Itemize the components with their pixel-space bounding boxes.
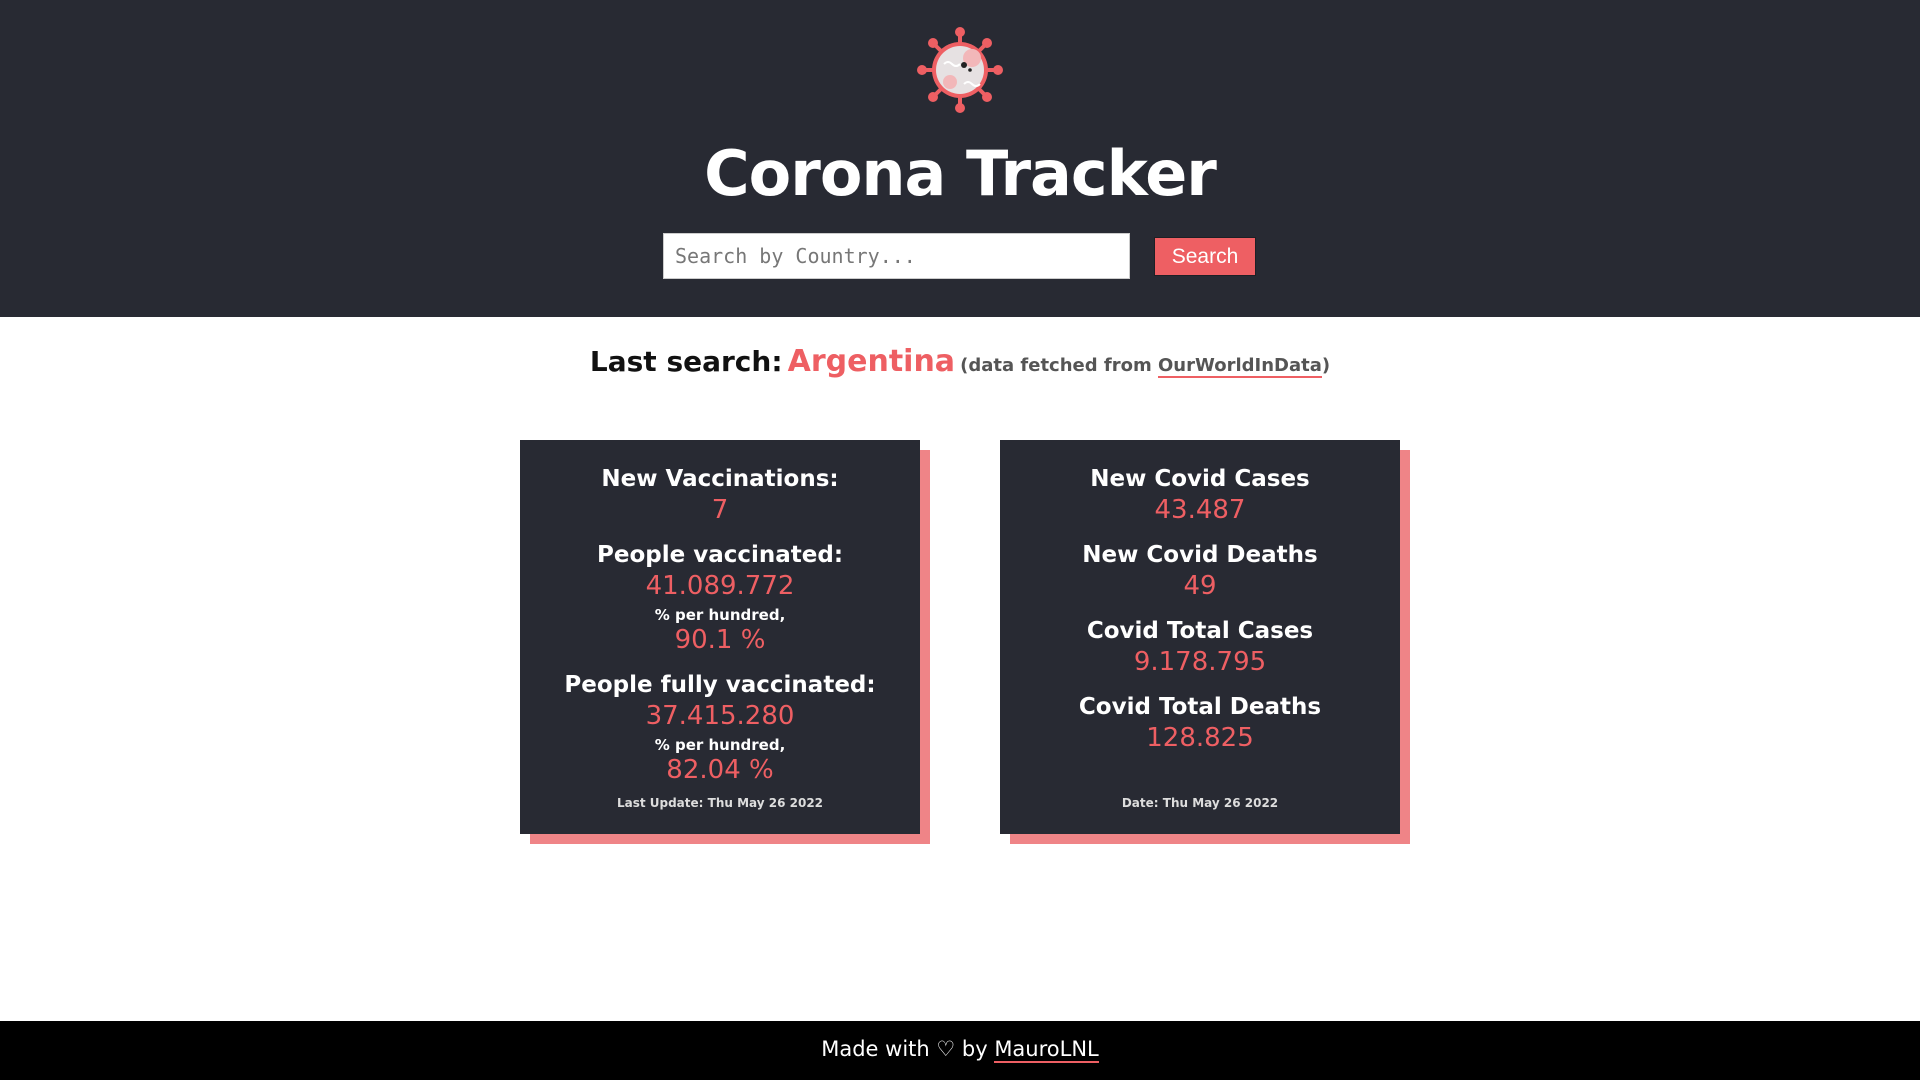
data-source-link[interactable]: OurWorldInData xyxy=(1158,355,1322,378)
header: Corona Tracker Search xyxy=(0,0,1920,317)
page-title: Corona Tracker xyxy=(704,137,1217,210)
people-vaccinated-percent: 90.1 % xyxy=(674,625,766,655)
search-input[interactable] xyxy=(663,233,1130,279)
total-cases-label: Covid Total Cases xyxy=(1086,618,1314,644)
search-button[interactable]: Search xyxy=(1154,237,1256,276)
total-deaths-label: Covid Total Deaths xyxy=(1078,694,1322,720)
data-source-note: (data fetched from OurWorldInData) xyxy=(960,355,1330,378)
date-text: Date: Thu May 26 2022 xyxy=(1121,796,1279,810)
fully-vaccinated-sublabel: % per hundred, xyxy=(654,736,786,754)
footer: Made with ♡ by MauroLNL xyxy=(0,1021,1920,1080)
new-vaccinations-value: 7 xyxy=(711,495,729,525)
last-update-text: Last Update: Thu May 26 2022 xyxy=(616,796,824,810)
people-vaccinated-stat: People vaccinated: 41.089.772 % per hund… xyxy=(520,540,920,656)
total-cases-stat: Covid Total Cases 9.178.795 xyxy=(1000,616,1400,678)
new-cases-label: New Covid Cases xyxy=(1090,466,1310,492)
total-deaths-value: 128.825 xyxy=(1146,723,1254,753)
last-search-country: Argentina xyxy=(787,344,956,379)
new-deaths-stat: New Covid Deaths 49 xyxy=(1000,540,1400,602)
cases-card: New Covid Cases 43.487 New Covid Deaths … xyxy=(1000,440,1400,834)
vaccination-card: New Vaccinations: 7 People vaccinated: 4… xyxy=(520,440,920,834)
new-deaths-label: New Covid Deaths xyxy=(1082,542,1318,568)
footer-text: Made with ♡ by xyxy=(821,1037,995,1061)
new-cases-stat: New Covid Cases 43.487 xyxy=(1000,464,1400,526)
people-vaccinated-value: 41.089.772 xyxy=(645,571,795,601)
fully-vaccinated-stat: People fully vaccinated: 37.415.280 % pe… xyxy=(520,670,920,786)
author-link[interactable]: MauroLNL xyxy=(994,1037,1099,1063)
virus-icon xyxy=(917,27,1003,113)
new-vaccinations-label: New Vaccinations: xyxy=(601,466,839,492)
new-vaccinations-stat: New Vaccinations: 7 xyxy=(520,464,920,526)
total-cases-value: 9.178.795 xyxy=(1133,647,1267,677)
fully-vaccinated-value: 37.415.280 xyxy=(645,701,795,731)
fully-vaccinated-percent: 82.04 % xyxy=(666,755,774,785)
new-deaths-value: 49 xyxy=(1183,571,1217,601)
new-cases-value: 43.487 xyxy=(1154,495,1246,525)
people-vaccinated-label: People vaccinated: xyxy=(596,542,844,568)
last-search-line: Last search: Argentina (data fetched fro… xyxy=(0,344,1920,379)
fully-vaccinated-label: People fully vaccinated: xyxy=(564,672,876,698)
last-search-label: Last search: xyxy=(589,345,783,378)
data-source-suffix: ) xyxy=(1321,355,1331,376)
total-deaths-stat: Covid Total Deaths 128.825 xyxy=(1000,692,1400,754)
people-vaccinated-sublabel: % per hundred, xyxy=(654,606,786,624)
data-source-prefix: (data fetched from xyxy=(960,355,1158,376)
